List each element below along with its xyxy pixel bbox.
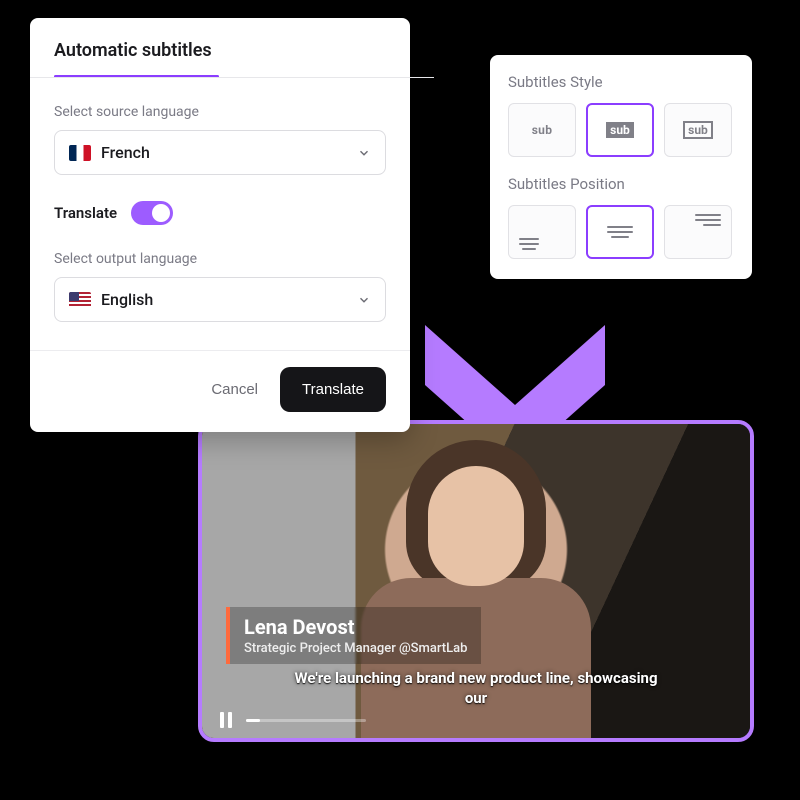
subtitle-modal: Automatic subtitles Select source langua… [30, 18, 410, 432]
speaker-name: Lena Devost [244, 615, 467, 639]
speaker-role: Strategic Project Manager @SmartLab [244, 641, 467, 656]
modal-divider [30, 350, 410, 351]
output-language-select[interactable]: English [54, 277, 386, 322]
style-option-outline[interactable]: sub [664, 103, 732, 157]
video-preview[interactable]: Lena Devost Strategic Project Manager @S… [198, 420, 754, 742]
source-language-value: French [101, 143, 150, 162]
source-language-label: Select source language [54, 104, 386, 120]
position-option-center[interactable] [586, 205, 654, 259]
translate-toggle[interactable] [131, 201, 173, 225]
sub-glyph: sub [532, 123, 553, 137]
position-option-top[interactable] [664, 205, 732, 259]
progress-bar[interactable] [246, 719, 366, 722]
usa-flag-icon [69, 292, 91, 308]
video-controls [220, 712, 366, 728]
sub-glyph: sub [683, 121, 713, 139]
subtitle-style-panel: Subtitles Style sub sub sub Subtitles Po… [490, 55, 752, 279]
subtitle-style-label: Subtitles Style [508, 73, 734, 91]
position-top-icon [695, 214, 721, 226]
cancel-button[interactable]: Cancel [205, 371, 264, 408]
translate-button[interactable]: Translate [280, 367, 386, 412]
position-option-bottom[interactable] [508, 205, 576, 259]
style-option-boxed[interactable]: sub [586, 103, 654, 157]
subtitle-position-label: Subtitles Position [508, 175, 734, 193]
modal-title: Automatic subtitles [54, 40, 386, 61]
translate-toggle-label: Translate [54, 204, 117, 222]
output-language-label: Select output language [54, 251, 386, 267]
lower-third: Lena Devost Strategic Project Manager @S… [226, 607, 481, 664]
output-language-value: English [101, 290, 153, 309]
active-tab-underline [54, 75, 386, 78]
position-bottom-icon [519, 238, 539, 250]
style-option-plain[interactable]: sub [508, 103, 576, 157]
pause-button[interactable] [220, 712, 234, 728]
sub-glyph: sub [606, 122, 634, 138]
chevron-down-icon [357, 146, 371, 160]
chevron-down-icon [357, 293, 371, 307]
france-flag-icon [69, 145, 91, 161]
position-center-icon [607, 226, 633, 238]
source-language-select[interactable]: French [54, 130, 386, 175]
subtitle-caption: We're launching a brand new product line… [290, 669, 663, 708]
